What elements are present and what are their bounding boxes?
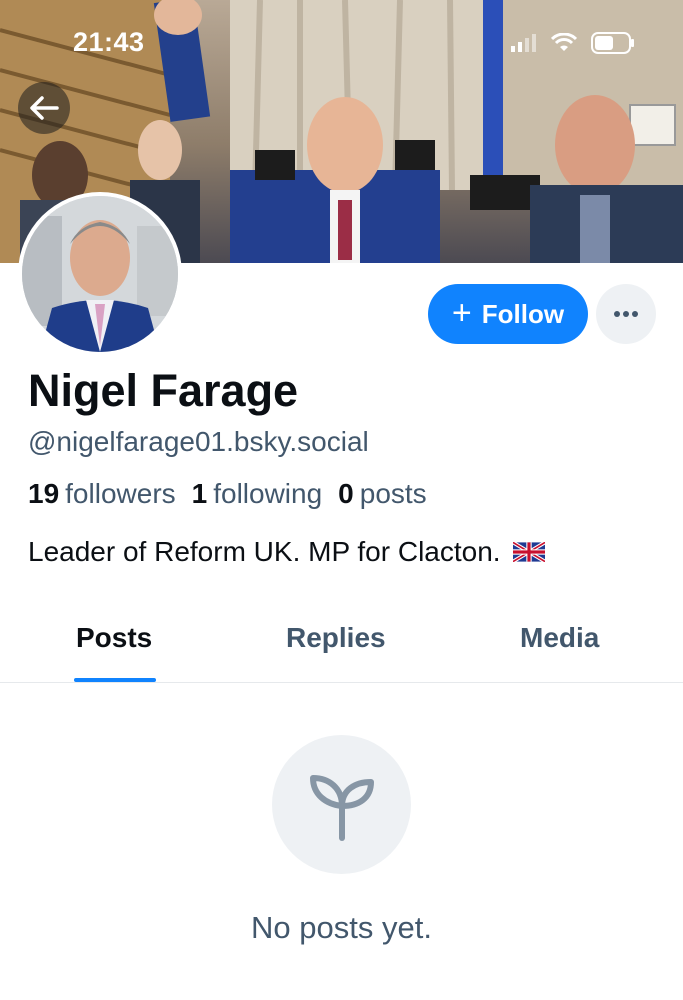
battery-icon — [591, 32, 634, 54]
empty-state-message: No posts yet. — [251, 910, 432, 945]
follow-label: Follow — [481, 298, 565, 329]
followers-label: followers — [65, 478, 176, 509]
profile-tabs: Posts Replies Media — [0, 600, 683, 683]
plus-icon: + — [451, 293, 472, 332]
posts-label: posts — [359, 478, 427, 509]
display-name: Nigel Farage — [28, 365, 299, 416]
following-label: following — [213, 478, 323, 509]
bio-text: Leader of Reform UK. MP for Clacton. — [28, 536, 501, 567]
seedling-icon — [309, 774, 374, 841]
wifi-icon — [551, 33, 577, 51]
uk-flag-icon — [512, 542, 545, 562]
followers-count: 19 — [28, 478, 60, 509]
posts-stat: 0 posts — [338, 478, 427, 510]
cellular-signal-icon — [511, 34, 536, 52]
tab-replies[interactable]: Replies — [286, 622, 386, 654]
status-time: 21:43 — [73, 27, 145, 57]
status-icons — [511, 32, 635, 54]
tab-media[interactable]: Media — [520, 622, 599, 654]
following-stat[interactable]: 1 following — [192, 478, 323, 510]
posts-count: 0 — [338, 478, 354, 509]
ellipsis-icon — [614, 311, 638, 317]
tab-posts[interactable]: Posts — [76, 622, 152, 654]
followers-stat[interactable]: 19 followers — [28, 478, 176, 510]
more-options-button[interactable] — [596, 284, 656, 344]
status-bar: 21:43 — [0, 0, 683, 90]
avatar-photo — [22, 196, 178, 352]
profile-avatar[interactable] — [18, 192, 182, 356]
following-count: 1 — [191, 478, 208, 509]
follow-button[interactable]: + Follow — [428, 284, 588, 344]
back-button[interactable] — [18, 82, 70, 134]
profile-bio: Leader of Reform UK. MP for Clacton. — [28, 536, 545, 568]
arrow-left-icon — [30, 96, 59, 120]
active-tab-indicator — [74, 678, 156, 682]
profile-stats: 19 followers 1 following 0 posts — [28, 478, 427, 510]
empty-state-icon-circle — [272, 735, 411, 874]
profile-handle: @nigelfarage01.bsky.social — [28, 426, 369, 457]
